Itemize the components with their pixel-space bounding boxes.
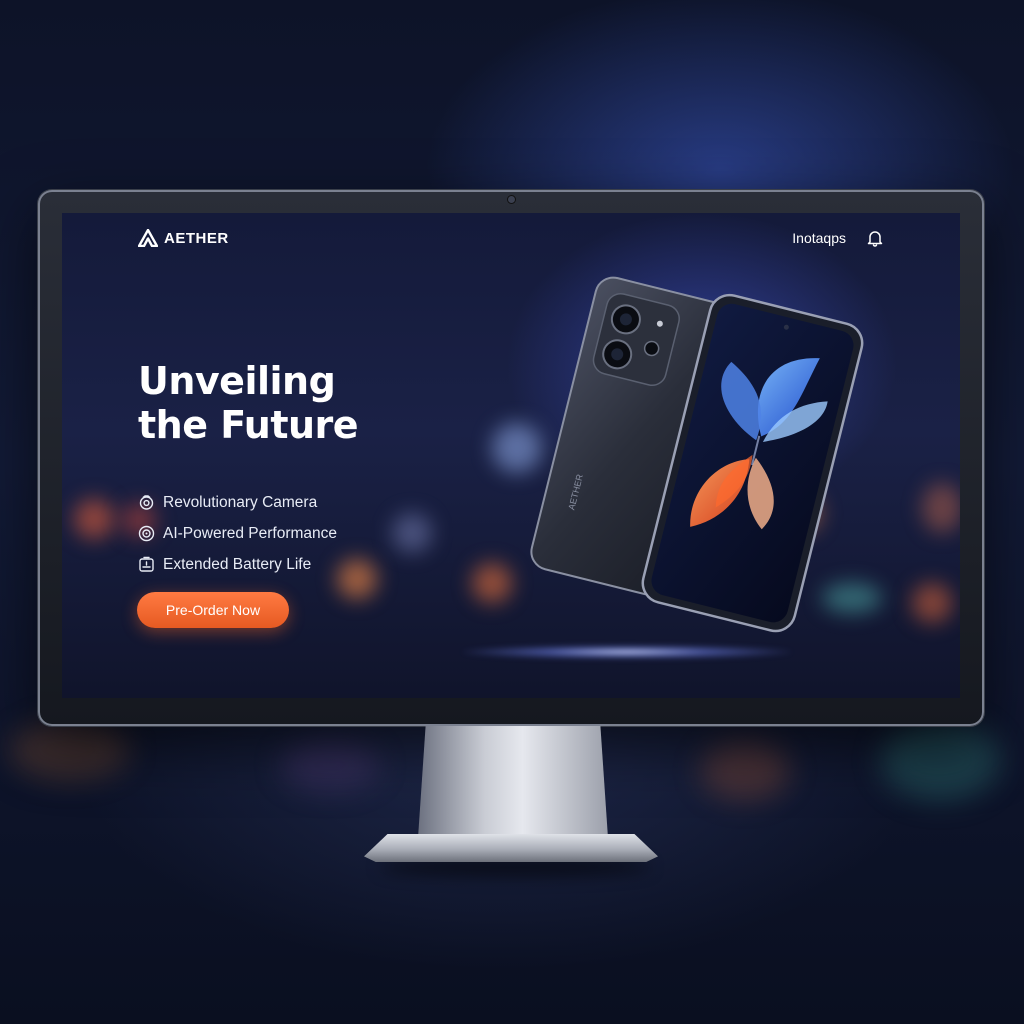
product-image: AETHER xyxy=(492,275,872,635)
bell-icon[interactable] xyxy=(866,229,884,247)
feature-label: Revolutionary Camera xyxy=(163,493,318,511)
bokeh-light xyxy=(337,559,377,599)
light-streak xyxy=(462,645,792,659)
scene-background: AETHER Inotaqps Unveiling the Future Rev… xyxy=(0,0,1024,1024)
pre-order-button[interactable]: Pre-Order Now xyxy=(137,592,289,628)
feature-list: Revolutionary Camera AI-Powered Performa… xyxy=(138,487,337,580)
aether-logo-icon xyxy=(138,229,158,247)
battery-icon xyxy=(139,556,154,572)
monitor-stand-base xyxy=(364,834,658,862)
bokeh-light xyxy=(700,740,790,800)
bokeh-light xyxy=(280,740,380,790)
screen: AETHER Inotaqps Unveiling the Future Rev… xyxy=(62,213,960,698)
monitor-stand-neck xyxy=(418,726,608,838)
feature-label: AI-Powered Performance xyxy=(163,524,338,542)
feature-item-battery: Extended Battery Life xyxy=(138,549,337,580)
nav-link[interactable]: Inotaqps xyxy=(792,230,846,246)
brand-name: AETHER xyxy=(164,229,229,247)
camera-icon xyxy=(139,495,154,510)
bokeh-light xyxy=(10,720,130,780)
hero-title: Unveiling the Future xyxy=(138,359,359,447)
hero-title-line2: the Future xyxy=(138,403,359,447)
bokeh-light xyxy=(880,720,1000,800)
bokeh-light xyxy=(922,483,960,533)
bokeh-light xyxy=(392,513,432,553)
feature-item-performance: AI-Powered Performance xyxy=(138,518,337,549)
feature-item-camera: Revolutionary Camera xyxy=(138,487,337,518)
phone-illustration: AETHER xyxy=(530,276,864,633)
bokeh-light xyxy=(912,583,952,623)
hero-title-line1: Unveiling xyxy=(138,359,336,403)
brand-logo[interactable]: AETHER xyxy=(138,229,229,247)
chip-icon xyxy=(138,525,155,542)
bokeh-light xyxy=(74,499,114,539)
feature-label: Extended Battery Life xyxy=(163,555,312,573)
webcam-icon xyxy=(508,196,515,203)
top-nav: Inotaqps xyxy=(792,229,884,247)
